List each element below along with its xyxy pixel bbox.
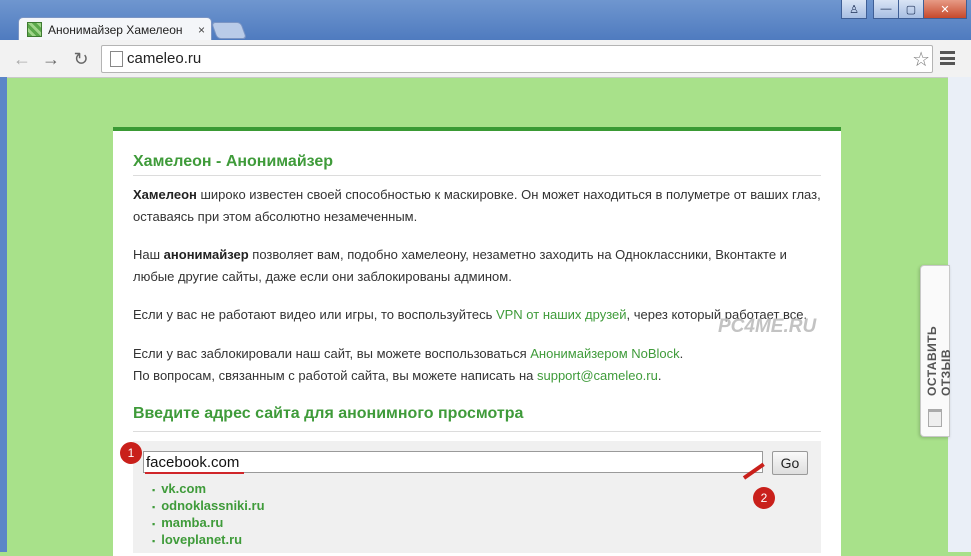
- trash-icon: [928, 409, 942, 427]
- browser-tab[interactable]: Анонимайзер Хамелеон ×: [18, 17, 212, 41]
- page-icon: [110, 51, 123, 67]
- annotation-badge-2: 2: [753, 487, 775, 509]
- blocked-prefix: Если у вас заблокировали наш сайт, вы мо…: [133, 346, 531, 361]
- page-title: Хамелеон - Анонимайзер: [133, 153, 334, 170]
- feedback-tab[interactable]: ОСТАВИТЬ ОТЗЫВ: [920, 265, 953, 437]
- vpn-prefix: Если у вас не работают видео или игры, т…: [133, 307, 496, 322]
- popular-sites-list: vk.com odnoklassniki.ru mamba.ru lovepla…: [152, 481, 265, 549]
- site-link[interactable]: vk.com: [152, 481, 265, 498]
- minimize-button[interactable]: —: [873, 0, 899, 19]
- intro-text-line2: оставаясь при этом абсолютно незамеченны…: [133, 209, 418, 224]
- input-highlight-underline: [145, 472, 244, 474]
- site-link[interactable]: mamba.ru: [152, 515, 265, 532]
- section-divider: [133, 431, 821, 432]
- address-url[interactable]: cameleo.ru: [127, 50, 201, 67]
- site-link[interactable]: odnoklassniki.ru: [152, 498, 264, 515]
- back-arrow-icon[interactable]: ←: [11, 48, 33, 70]
- noblock-link[interactable]: Анонимайзером NoBlock: [530, 346, 679, 361]
- window-frame-left: [0, 77, 7, 552]
- bookmark-star-icon[interactable]: ☆: [912, 47, 930, 72]
- title-divider: [133, 175, 821, 176]
- blocked-paragraph: Если у вас заблокировали наш сайт, вы мо…: [133, 343, 833, 387]
- go-button[interactable]: Go: [772, 451, 808, 475]
- content-panel: Хамелеон - Анонимайзер Хамелеон широко и…: [113, 127, 841, 556]
- tab-title: Анонимайзер Хамелеон: [48, 22, 183, 37]
- reload-icon[interactable]: ↻: [70, 48, 92, 70]
- site-favicon-icon: [27, 22, 42, 37]
- user-profile-icon[interactable]: ♙: [841, 0, 867, 19]
- menu-hamburger-icon[interactable]: [940, 51, 955, 65]
- maximize-button[interactable]: ▢: [898, 0, 924, 19]
- intro-bold: Хамелеон: [133, 187, 197, 202]
- intro-paragraph: Хамелеон широко известен своей способнос…: [133, 184, 833, 228]
- tab-close-icon[interactable]: ×: [198, 23, 205, 37]
- support-prefix: По вопросам, связанным с работой сайта, …: [133, 368, 537, 383]
- support-email-link[interactable]: support@cameleo.ru: [537, 368, 658, 383]
- forward-arrow-icon[interactable]: →: [40, 48, 62, 70]
- intro-text: широко известен своей способностью к мас…: [196, 187, 821, 202]
- site-url-input[interactable]: [143, 451, 763, 473]
- site-link[interactable]: loveplanet.ru: [152, 532, 265, 549]
- browser-toolbar: ← → ↻ cameleo.ru ☆: [0, 40, 971, 78]
- url-form: Go vk.com odnoklassniki.ru mamba.ru love…: [133, 441, 821, 553]
- anon-bold: анонимайзер: [163, 247, 249, 262]
- anon-text-line2: любые другие сайты, даже если они заблок…: [133, 269, 512, 284]
- blocked-suffix: .: [679, 346, 684, 361]
- close-window-button[interactable]: ✕: [923, 0, 967, 19]
- anon-text: позволяет вам, подобно хамелеону, незаме…: [248, 247, 787, 262]
- support-suffix: .: [657, 368, 662, 383]
- anonymizer-paragraph: Наш анонимайзер позволяет вам, подобно х…: [133, 244, 833, 288]
- anon-prefix: Наш: [133, 247, 164, 262]
- annotation-badge-1: 1: [120, 442, 142, 464]
- section-title: Введите адрес сайта для анонимного просм…: [133, 405, 524, 422]
- vpn-link[interactable]: VPN от наших друзей: [496, 307, 627, 322]
- feedback-label: ОСТАВИТЬ ОТЗЫВ: [925, 325, 953, 396]
- watermark: PC4ME.RU: [718, 316, 817, 337]
- address-bar[interactable]: cameleo.ru ☆: [101, 45, 933, 73]
- window-titlebar: Анонимайзер Хамелеон × ♙ — ▢ ✕: [0, 0, 971, 41]
- new-tab-button[interactable]: [210, 22, 248, 39]
